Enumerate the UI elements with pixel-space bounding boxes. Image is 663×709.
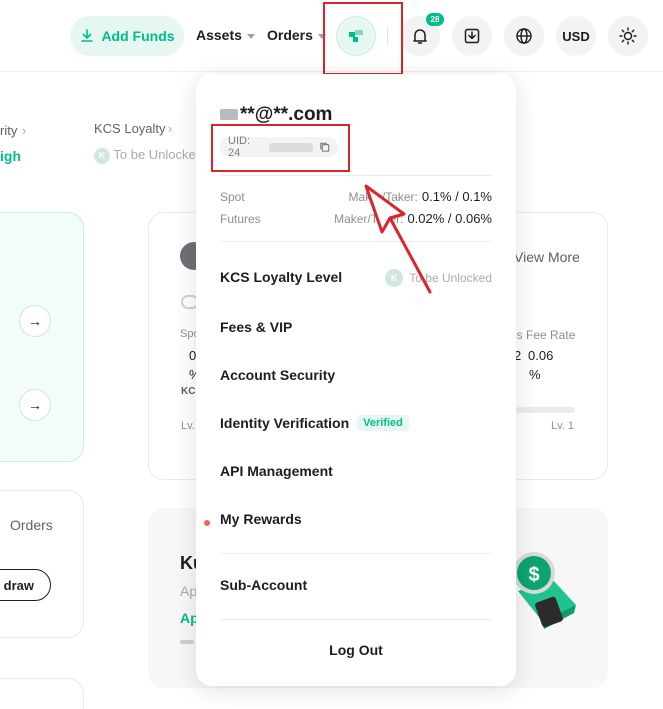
log-out-button[interactable]: Log Out bbox=[196, 642, 516, 658]
futures-fee-value: Maker/Taker: 0.02% / 0.06% bbox=[334, 211, 492, 226]
kcs-loyalty-level-label: KCS Loyalty Level bbox=[220, 269, 343, 285]
currency-label: USD bbox=[562, 28, 590, 44]
futures-maker-taker-label: Maker/Taker: bbox=[334, 212, 404, 226]
masked-email-prefix bbox=[220, 109, 238, 121]
log-out-label: Log Out bbox=[329, 642, 383, 658]
divider bbox=[220, 553, 492, 554]
rewards-notification-dot bbox=[204, 520, 210, 526]
sun-icon bbox=[619, 27, 637, 45]
menu-item-account-security[interactable]: Account Security bbox=[220, 367, 335, 383]
divider bbox=[220, 619, 492, 620]
fee-rate-006: 0.06 bbox=[528, 348, 554, 363]
left-orders-card bbox=[0, 490, 84, 638]
loyalty-breadcrumb[interactable]: KCS Loyalty bbox=[94, 121, 166, 136]
account-email: **@**.com bbox=[220, 104, 332, 126]
account-email-text: **@**.com bbox=[240, 104, 333, 125]
currency-button[interactable]: USD bbox=[556, 16, 596, 56]
chevron-right-icon: › bbox=[168, 121, 173, 136]
level-label-bg: Lv. bbox=[181, 420, 195, 432]
menu-item-fees-vip[interactable]: Fees & VIP bbox=[220, 319, 292, 335]
arrow-right-icon: → bbox=[28, 397, 42, 413]
spot-fee-label: Spot bbox=[220, 190, 245, 204]
verified-badge: Verified bbox=[357, 415, 409, 431]
user-avatar-icon bbox=[349, 30, 363, 42]
uid-pill: UID: 24 bbox=[220, 135, 338, 159]
copy-icon[interactable] bbox=[319, 141, 330, 153]
api-management-label: API Management bbox=[220, 463, 333, 479]
nav-divider bbox=[387, 26, 388, 46]
orders-label: Orders bbox=[267, 27, 313, 43]
orders-bg-label: Orders bbox=[10, 517, 53, 533]
account-security-label: Account Security bbox=[220, 367, 336, 383]
add-funds-label: Add Funds bbox=[101, 28, 175, 44]
divider bbox=[220, 241, 492, 242]
loyalty-status-bg: K To be Unlocked bbox=[94, 147, 203, 164]
download-icon bbox=[464, 28, 480, 44]
kcs-badge-icon: K bbox=[94, 147, 110, 164]
fee-rate-pct: % bbox=[529, 367, 541, 382]
divider bbox=[220, 175, 492, 176]
arrow-right-button[interactable]: → bbox=[19, 389, 51, 421]
notification-count-badge: 28 bbox=[426, 13, 444, 26]
menu-item-kcs-loyalty-level[interactable]: KCS Loyalty Level bbox=[220, 269, 342, 285]
top-navigation-bar: Add Funds Assets Orders 28 USD bbox=[0, 0, 663, 72]
carousel-dot[interactable] bbox=[180, 640, 194, 644]
kcs-badge-icon: K bbox=[385, 269, 404, 287]
withdraw-button[interactable]: draw bbox=[0, 569, 51, 601]
dollar-coin-illustration-icon: $ bbox=[513, 552, 576, 629]
user-avatar-button[interactable] bbox=[336, 16, 376, 56]
left-green-card bbox=[0, 212, 84, 462]
spot-maker-taker-label: Maker/Taker: bbox=[348, 190, 418, 204]
chevron-right-icon: › bbox=[22, 123, 27, 138]
breadcrumb-security-partial: rity bbox=[0, 123, 18, 138]
orders-menu[interactable]: Orders bbox=[267, 27, 326, 43]
chevron-down-icon bbox=[317, 33, 326, 39]
add-funds-button[interactable]: Add Funds bbox=[70, 16, 184, 56]
sub-account-label: Sub-Account bbox=[220, 577, 308, 593]
assets-label: Assets bbox=[196, 27, 242, 43]
loyalty-status-bg-text: To be Unlocked bbox=[113, 147, 204, 162]
download-app-button[interactable] bbox=[452, 16, 492, 56]
fee-rate-label-bg: es Fee Rate bbox=[510, 328, 576, 342]
globe-icon bbox=[516, 28, 532, 44]
left-bottom-card bbox=[0, 678, 84, 709]
arrow-right-button[interactable]: → bbox=[19, 305, 51, 337]
futures-fee-value-text: 0.02% / 0.06% bbox=[407, 211, 492, 226]
arrow-right-icon: → bbox=[28, 313, 42, 329]
withdraw-label: draw bbox=[3, 577, 34, 593]
my-rewards-label: My Rewards bbox=[220, 511, 302, 527]
security-level-partial: igh bbox=[0, 148, 21, 164]
loyalty-status-text: To be Unlocked bbox=[409, 271, 492, 285]
futures-fee-label: Futures bbox=[220, 212, 261, 226]
loyalty-status: K To be Unlocked bbox=[385, 269, 492, 287]
menu-item-my-rewards[interactable]: My Rewards bbox=[220, 511, 302, 527]
level-1-label: Lv. 1 bbox=[551, 420, 575, 432]
language-button[interactable] bbox=[504, 16, 544, 56]
uid-text: UID: 24 bbox=[228, 135, 250, 159]
menu-item-api-management[interactable]: API Management bbox=[220, 463, 333, 479]
uid-masked-digits bbox=[268, 142, 313, 152]
level-progress-track bbox=[516, 407, 575, 413]
menu-item-identity-verification[interactable]: Identity Verification Verified bbox=[220, 415, 409, 431]
bell-icon bbox=[413, 29, 427, 44]
svg-text:$: $ bbox=[528, 564, 539, 586]
chevron-down-icon bbox=[246, 33, 255, 39]
theme-toggle-button[interactable] bbox=[608, 16, 648, 56]
spot-fee-value: Maker/Taker: 0.1% / 0.1% bbox=[349, 189, 492, 204]
kc-label-bg: KC bbox=[181, 386, 196, 397]
assets-menu[interactable]: Assets bbox=[196, 27, 255, 43]
promo-subtitle-partial: Ap bbox=[180, 583, 198, 599]
menu-item-sub-account[interactable]: Sub-Account bbox=[220, 577, 307, 593]
fees-vip-label: Fees & VIP bbox=[220, 319, 293, 335]
view-more-link[interactable]: View More bbox=[514, 249, 580, 265]
spot-fee-value-text: 0.1% / 0.1% bbox=[421, 189, 492, 204]
download-arrow-icon bbox=[81, 29, 94, 42]
identity-verification-label: Identity Verification bbox=[220, 415, 350, 431]
account-dropdown-menu: **@**.com UID: 24 Spot Maker/Taker: 0.1% … bbox=[196, 74, 516, 686]
